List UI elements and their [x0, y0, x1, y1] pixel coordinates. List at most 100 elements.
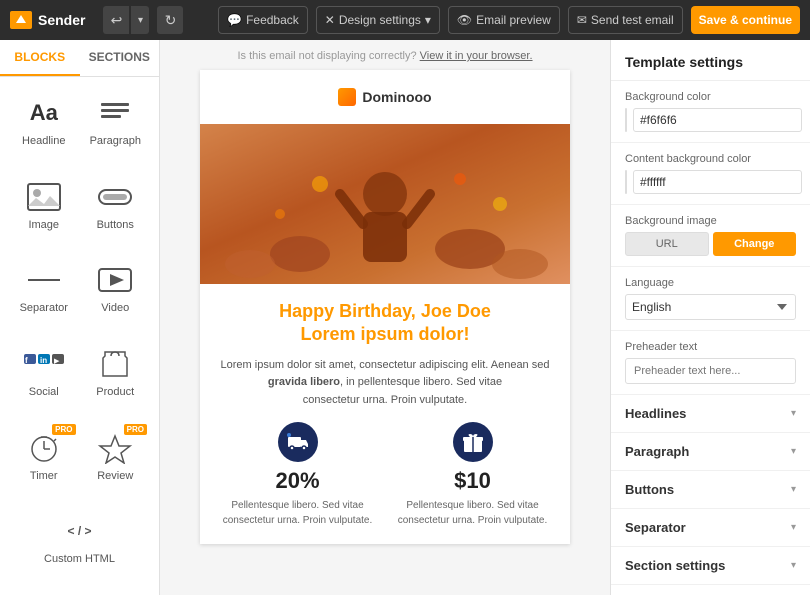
preview-icon: 👁	[457, 13, 472, 27]
block-image-label: Image	[28, 219, 59, 231]
bg-image-row: URL Change	[625, 232, 796, 256]
block-paragraph[interactable]: Paragraph	[80, 85, 152, 169]
custom-html-icon: < / >	[60, 513, 100, 549]
accordion-buttons-header[interactable]: Buttons ▾	[611, 471, 810, 508]
feature-gift: $10 Pellentesque libero. Sed vitae conse…	[395, 422, 550, 528]
undo-dropdown-button[interactable]: ▾	[131, 6, 149, 34]
content-bg-input[interactable]	[633, 170, 802, 194]
block-review-label: Review	[97, 470, 133, 482]
bg-color-row	[625, 108, 796, 132]
block-social[interactable]: fin▶ Social	[8, 336, 80, 420]
block-custom-html[interactable]: < / > Custom HTML	[8, 503, 151, 587]
content-bg-label: Content background color	[625, 153, 796, 165]
preview-link[interactable]: View it in your browser.	[420, 50, 533, 62]
accordion-buttons-title: Buttons	[625, 482, 674, 497]
accordion-paragraph-chevron: ▾	[791, 446, 796, 457]
accordion-separator-chevron: ▾	[791, 522, 796, 533]
feature-discount-value: 20%	[220, 468, 375, 494]
preheader-input[interactable]	[625, 358, 796, 384]
accordion-section-settings-chevron: ▾	[791, 560, 796, 571]
image-icon	[24, 179, 64, 215]
title-plain: Happy Birthday,	[279, 301, 421, 321]
logo-text: Dominooo	[362, 89, 431, 105]
logo-icon	[338, 88, 356, 106]
redo-button[interactable]: ↻	[157, 6, 183, 34]
feature-discount-desc: Pellentesque libero. Sed vitae consectet…	[220, 498, 375, 528]
gift-icon	[453, 422, 493, 462]
email-body: Happy Birthday, Joe Doe Lorem ipsum dolo…	[200, 284, 570, 544]
svg-text:f: f	[25, 356, 28, 365]
email-logo: Dominooo	[210, 80, 560, 114]
accordion-section-settings-header[interactable]: Section settings ▾	[611, 547, 810, 584]
design-icon: ✕	[325, 13, 335, 27]
accordion-headlines-chevron: ▾	[791, 408, 796, 419]
block-paragraph-label: Paragraph	[90, 135, 141, 147]
language-label: Language	[625, 277, 796, 289]
block-product[interactable]: Product	[80, 336, 152, 420]
sidebar-tabs: BLOCKS SECTIONS	[0, 40, 159, 77]
buttons-icon	[95, 179, 135, 215]
blocks-grid: Aa Headline Paragraph Image	[0, 77, 159, 595]
email-body-text: Lorem ipsum dolor sit amet, consectetur …	[220, 357, 550, 410]
feature-gift-desc: Pellentesque libero. Sed vitae consectet…	[395, 498, 550, 528]
accordion-buttons: Buttons ▾	[611, 471, 810, 509]
timer-icon	[24, 430, 64, 466]
tab-blocks[interactable]: BLOCKS	[0, 40, 80, 76]
accordion-separator-title: Separator	[625, 520, 686, 535]
truck-icon	[278, 422, 318, 462]
accordion-paragraph-title: Paragraph	[625, 444, 689, 459]
preheader-section: Preheader text	[611, 331, 810, 395]
change-button[interactable]: Change	[713, 232, 797, 256]
content-bg-section: Content background color	[611, 143, 810, 205]
accordion-preview-unsubscribe-header[interactable]: Preview & Unsubscribe ▾	[611, 585, 810, 595]
language-select[interactable]: English Spanish French	[625, 294, 796, 320]
design-settings-button[interactable]: ✕ Design settings ▾	[316, 6, 440, 34]
send-test-button[interactable]: ✉ Send test email	[568, 6, 683, 34]
accordion-section-settings-title: Section settings	[625, 558, 725, 573]
accordion-headlines-header[interactable]: Headlines ▾	[611, 395, 810, 432]
bg-color-label: Background color	[625, 91, 796, 103]
svg-text:in: in	[40, 356, 47, 365]
accordion-preview-unsubscribe: Preview & Unsubscribe ▾	[611, 585, 810, 595]
hero-image	[200, 124, 570, 284]
url-button[interactable]: URL	[625, 232, 709, 256]
undo-redo-group: ↩ ▾	[103, 6, 149, 34]
brand-name: Sender	[38, 12, 85, 28]
bg-color-swatch[interactable]	[625, 108, 627, 132]
send-icon: ✉	[577, 13, 587, 27]
block-timer[interactable]: PRO Timer	[8, 420, 80, 504]
bg-color-input[interactable]	[633, 108, 802, 132]
block-headline[interactable]: Aa Headline	[8, 85, 80, 169]
block-separator[interactable]: Separator	[8, 252, 80, 336]
block-custom-html-label: Custom HTML	[44, 553, 115, 565]
block-review[interactable]: PRO Review	[80, 420, 152, 504]
content-bg-row	[625, 170, 796, 194]
undo-button[interactable]: ↩	[103, 6, 129, 34]
separator-icon	[24, 262, 64, 298]
block-image[interactable]: Image	[8, 169, 80, 253]
svg-text:▶: ▶	[54, 358, 60, 365]
save-continue-button[interactable]: Save & continue	[691, 6, 800, 34]
accordion-paragraph: Paragraph ▾	[611, 433, 810, 471]
accordion-buttons-chevron: ▾	[791, 484, 796, 495]
left-sidebar: BLOCKS SECTIONS Aa Headline Paragraph	[0, 40, 160, 595]
timer-pro-badge: PRO	[52, 424, 75, 435]
email-frame: Dominooo	[200, 70, 570, 544]
bg-image-label: Background image	[625, 215, 796, 227]
accordion-paragraph-header[interactable]: Paragraph ▾	[611, 433, 810, 470]
block-video[interactable]: Video	[80, 252, 152, 336]
content-bg-swatch[interactable]	[625, 170, 627, 194]
tab-sections[interactable]: SECTIONS	[80, 40, 160, 76]
block-buttons[interactable]: Buttons	[80, 169, 152, 253]
review-pro-badge: PRO	[124, 424, 147, 435]
review-icon	[95, 430, 135, 466]
block-buttons-label: Buttons	[97, 219, 134, 231]
email-title: Happy Birthday, Joe Doe Lorem ipsum dolo…	[220, 300, 550, 347]
email-preview-button[interactable]: 👁 Email preview	[448, 6, 560, 34]
block-separator-label: Separator	[20, 302, 68, 314]
panel-title: Template settings	[611, 40, 810, 81]
preheader-label: Preheader text	[625, 341, 796, 353]
feedback-button[interactable]: 💬 Feedback	[218, 6, 308, 34]
feature-gift-value: $10	[395, 468, 550, 494]
accordion-separator-header[interactable]: Separator ▾	[611, 509, 810, 546]
